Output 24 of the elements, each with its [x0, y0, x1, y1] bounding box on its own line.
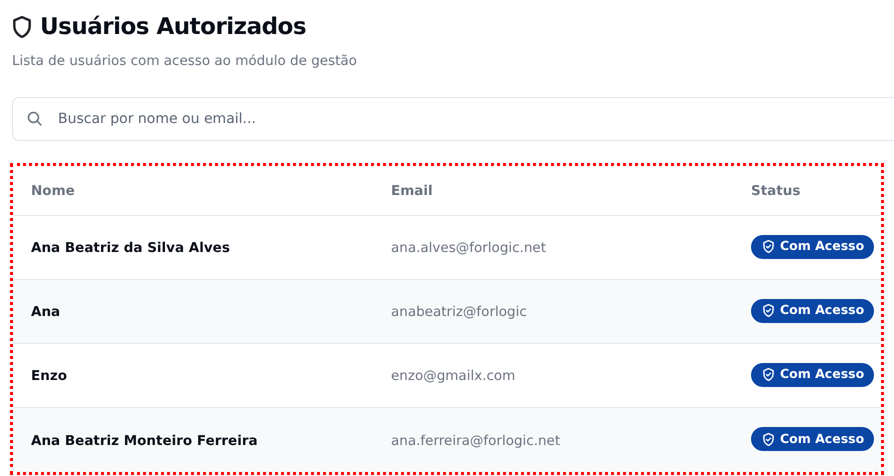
user-email: anabeatriz@forlogic [391, 304, 527, 320]
user-email: enzo@gmailx.com [391, 368, 516, 384]
shield-check-icon [763, 304, 774, 317]
column-header: Status [751, 183, 800, 200]
page-subtitle: Lista de usuários com acesso ao módulo de gestão [12, 52, 358, 70]
user-email: ana.alves@forlogic.net [391, 240, 546, 256]
search-field[interactable]: Buscar por nome ou email... [12, 96, 894, 141]
user-email: ana.ferreira@forlogic.net [391, 432, 560, 449]
column-header: Nome [31, 183, 75, 200]
user-name: Enzo [31, 368, 67, 384]
shield-check-icon [763, 432, 774, 446]
search-icon [26, 110, 43, 127]
user-name: Ana Beatriz Monteiro Ferreira [31, 432, 258, 449]
status-badge: Com Acesso [751, 298, 874, 322]
shield-check-icon [763, 368, 774, 381]
shield-icon [12, 16, 32, 38]
status-badge: Com Acesso [751, 427, 874, 451]
column-header: Email [391, 183, 433, 200]
page-title: Usuários Autorizados [40, 13, 306, 42]
user-name: Ana Beatriz da Silva Alves [31, 240, 230, 256]
user-name: Ana [31, 304, 60, 320]
shield-check-icon [763, 240, 774, 253]
status-badge: Com Acesso [751, 362, 874, 386]
status-badge: Com Acesso [751, 234, 874, 258]
